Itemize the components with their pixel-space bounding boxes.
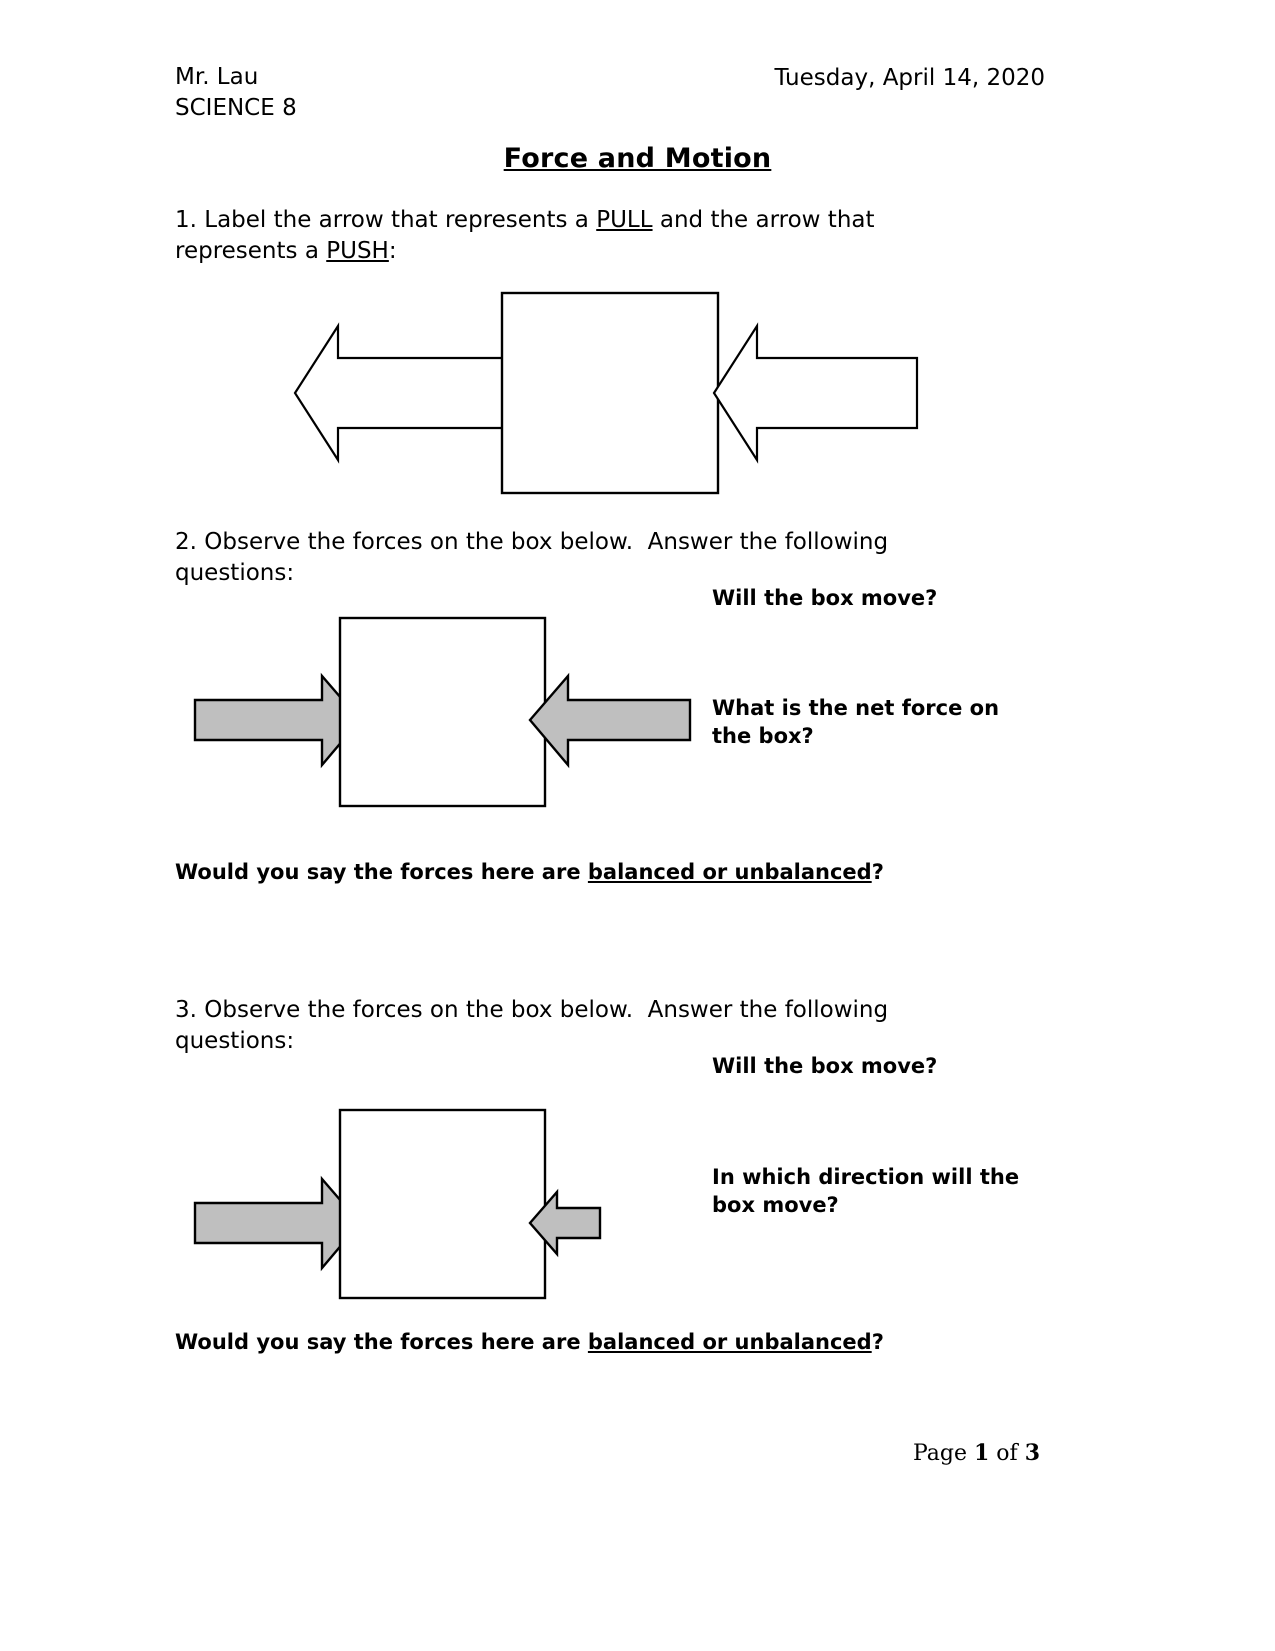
question-3-side-question-2: In which direction will the box move?: [712, 1165, 1020, 1217]
question-1-text-after: :: [388, 238, 397, 264]
question-3-prompt: 3. Observe the forces on the box below. …: [175, 997, 896, 1054]
unbalanced-forces-diagram: [185, 1088, 695, 1303]
page-footer: Page 1 of 3: [0, 1440, 1040, 1466]
page-title: Force and Motion: [0, 143, 1275, 174]
question-3-balanced-suffix: ?: [871, 1330, 884, 1354]
push-pull-svg: [293, 291, 919, 495]
balanced-forces-diagram: [185, 608, 695, 808]
question-1-text-before: 1. Label the arrow that represents a: [175, 207, 597, 233]
left-force-arrow: [193, 672, 362, 769]
page-title-text: Force and Motion: [503, 143, 772, 174]
question-2-prompt: 2. Observe the forces on the box below. …: [175, 529, 896, 586]
box-outline: [338, 616, 547, 808]
question-2-balanced-prefix: Would you say the forces here are: [175, 860, 588, 884]
balanced-forces-svg: [193, 616, 692, 808]
question-2-balanced-suffix: ?: [871, 860, 884, 884]
footer-page-label: Page: [912, 1441, 974, 1466]
question-1-prompt: 1. Label the arrow that represents a PUL…: [175, 205, 995, 267]
header-left-block: Mr. Lau SCIENCE 8: [175, 62, 297, 124]
question-2-balanced-line: Would you say the forces here are balanc…: [175, 858, 935, 886]
push-pull-diagram: [290, 288, 930, 503]
question-1-pull-word: PULL: [596, 207, 653, 233]
course-name: SCIENCE 8: [175, 95, 297, 121]
right-force-arrow: [528, 672, 692, 769]
pull-arrow-outline: [293, 322, 510, 464]
question-3-balanced-line: Would you say the forces here are balanc…: [175, 1328, 935, 1356]
header-date: Tuesday, April 14, 2020: [774, 65, 1046, 91]
question-2-side-question-1: Will the box move?: [712, 586, 938, 610]
question-3-side-question-1: Will the box move?: [712, 1054, 938, 1078]
box-outline: [500, 291, 720, 495]
question-2-balanced-underlined: balanced or unbalanced: [587, 860, 872, 884]
unbalanced-forces-svg: [193, 1108, 602, 1300]
question-3-balanced-prefix: Would you say the forces here are: [175, 1330, 588, 1354]
left-force-arrow-large: [193, 1175, 362, 1272]
teacher-name: Mr. Lau: [175, 64, 259, 90]
question-2-side-question-2: What is the net force on the box?: [712, 696, 1000, 748]
footer-page-number: 1: [974, 1440, 990, 1466]
question-3-balanced-underlined: balanced or unbalanced: [587, 1330, 872, 1354]
box-outline: [338, 1108, 547, 1300]
question-1-push-word: PUSH: [326, 238, 389, 264]
footer-of-label: of: [989, 1441, 1025, 1466]
push-arrow-outline: [712, 322, 919, 464]
worksheet-page: Mr. Lau SCIENCE 8 Tuesday, April 14, 202…: [0, 0, 1275, 1651]
page-header: Mr. Lau SCIENCE 8 Tuesday, April 14, 202…: [175, 62, 1045, 124]
footer-page-total: 3: [1024, 1440, 1040, 1466]
